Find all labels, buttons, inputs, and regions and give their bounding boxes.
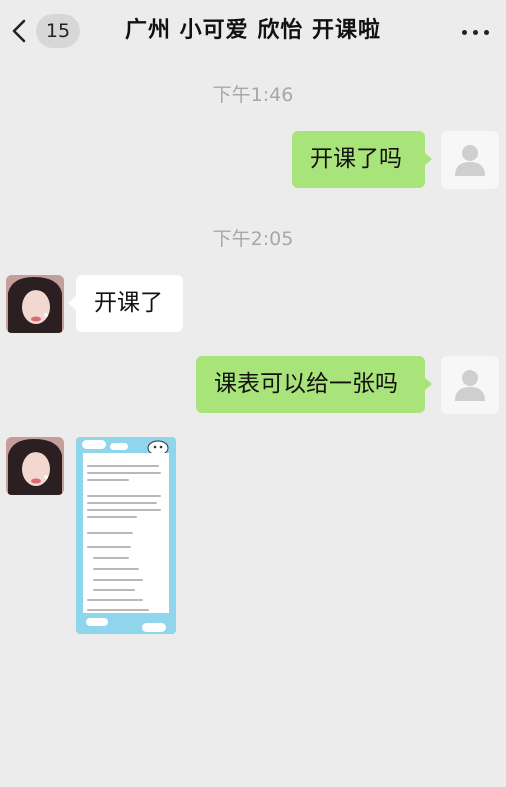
person-silhouette-icon (455, 370, 485, 401)
timestamp: 下午1:46 (212, 84, 294, 106)
cloud-decoration (82, 440, 106, 449)
bubble-tail (424, 377, 432, 391)
my-avatar[interactable] (441, 356, 499, 414)
bubble-tail (68, 296, 76, 310)
image-message[interactable] (76, 437, 176, 634)
contact-avatar[interactable] (6, 275, 64, 333)
back-button[interactable]: 15 (8, 14, 80, 48)
outgoing-message-bubble[interactable]: 课表可以给一张吗 (196, 356, 425, 413)
my-avatar[interactable] (441, 131, 499, 189)
cloud-decoration (86, 618, 108, 626)
contact-photo (6, 275, 64, 333)
incoming-message-bubble[interactable]: 开课了 (76, 275, 183, 332)
cloud-decoration (110, 443, 128, 450)
bubble-tail (424, 152, 432, 166)
contact-photo (6, 437, 64, 495)
contact-avatar[interactable] (6, 437, 64, 495)
more-options-button[interactable] (462, 18, 490, 46)
chevron-left-icon (12, 19, 26, 43)
message-text: 开课了吗 (310, 146, 402, 172)
chat-title: 广州 小可爱 欣怡 开课啦 (125, 18, 381, 43)
timestamp: 下午2:05 (212, 228, 294, 250)
cloud-decoration (142, 623, 166, 632)
message-text: 课表可以给一张吗 (214, 371, 398, 397)
outgoing-message-bubble[interactable]: 开课了吗 (292, 131, 425, 188)
ellipsis-icon (462, 30, 467, 35)
message-text: 开课了 (94, 290, 163, 316)
unread-count-badge: 15 (36, 14, 80, 48)
schedule-image-content (83, 453, 169, 613)
chat-header: 15 广州 小可爱 欣怡 开课啦 (0, 0, 506, 64)
person-silhouette-icon (455, 145, 485, 176)
